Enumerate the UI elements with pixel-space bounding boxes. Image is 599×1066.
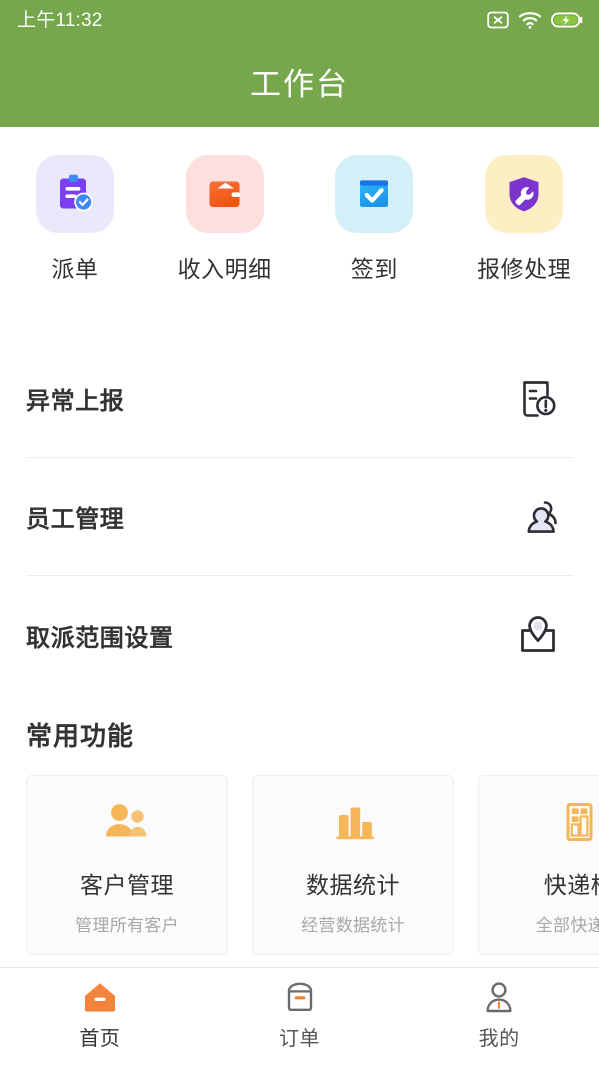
list-item-range-setting[interactable]: 取派范围设置	[26, 576, 573, 694]
no-sim-icon	[487, 10, 509, 30]
locker-cabinet-icon	[551, 794, 599, 850]
tab-label: 订单	[279, 1027, 320, 1050]
function-card-data-statistics[interactable]: 数据统计 经营数据统计	[252, 775, 454, 955]
quick-action-label: 收入明细	[177, 256, 272, 282]
tab-orders[interactable]: 订单	[200, 978, 400, 1057]
page-title-wrap: 工作台	[0, 46, 599, 116]
status-bar-time: 上午11:32	[17, 9, 103, 31]
bottom-tab-bar: 首页 订单 我的	[0, 967, 599, 1066]
customers-icon	[99, 794, 155, 850]
menu-list: 异常上报 员工管理 取派范围设置	[0, 340, 599, 694]
quick-actions-grid: 派单 收入明细 签到 报修处理	[0, 127, 599, 294]
quick-action-label: 派单	[51, 256, 99, 282]
list-item-employee-management[interactable]: 员工管理	[26, 458, 573, 576]
page-content: 派单 收入明细 签到 报修处理 异常上报 员工管理 取派范围设置 常用功能 客户…	[0, 127, 599, 967]
common-functions-section: 常用功能 客户管理 管理所有客户 数据统计 经营数据统计 快递 全部快递	[0, 716, 599, 959]
status-bar-icons	[487, 10, 583, 30]
function-card-express-locker[interactable]: 快递柜 全部快递柜	[478, 775, 599, 955]
status-bar: 上午11:32	[0, 0, 599, 40]
function-card-title: 数据统计	[306, 872, 400, 898]
section-title: 常用功能	[26, 721, 135, 751]
app-root: 上午11:32 工作台 派单 收入明细 签到 报修处理 异常上报 员工管理 取派…	[0, 0, 599, 1066]
function-card-title: 快递柜	[543, 872, 599, 898]
wallet-icon	[185, 155, 264, 233]
map-pin-area-icon	[511, 608, 565, 662]
profile-person-icon	[481, 978, 517, 1014]
function-card-subtitle: 全部快递柜	[535, 916, 599, 935]
function-card-subtitle: 管理所有客户	[75, 916, 179, 935]
tab-label: 首页	[79, 1027, 121, 1050]
common-functions-scroller[interactable]: 客户管理 管理所有客户 数据统计 经营数据统计 快递 全部快递	[26, 775, 599, 959]
order-box-icon	[282, 978, 318, 1014]
home-icon	[82, 978, 118, 1014]
quick-action-repair[interactable]: 报修处理	[449, 155, 599, 284]
quick-action-checkin[interactable]: 签到	[300, 155, 450, 284]
quick-action-dispatch[interactable]: 派单	[0, 155, 150, 284]
quick-action-label: 报修处理	[477, 256, 572, 282]
list-item-label: 异常上报	[26, 388, 125, 415]
function-card-customer-management[interactable]: 客户管理 管理所有客户	[26, 775, 228, 955]
users-icon	[511, 490, 565, 544]
function-card-title: 客户管理	[80, 872, 174, 898]
tab-home[interactable]: 首页	[0, 978, 200, 1057]
wifi-icon	[518, 10, 542, 30]
clipboard-check-icon	[35, 155, 114, 233]
bar-chart-icon	[325, 794, 381, 850]
battery-charging-icon	[551, 10, 583, 30]
function-card-subtitle: 经营数据统计	[301, 916, 405, 935]
calendar-check-icon	[335, 155, 414, 233]
list-item-label: 员工管理	[26, 506, 125, 533]
quick-action-label: 签到	[350, 256, 398, 282]
list-item-label: 取派范围设置	[26, 624, 174, 652]
document-alert-icon	[511, 372, 565, 426]
page-title: 工作台	[250, 66, 349, 102]
tab-label: 我的	[478, 1027, 520, 1050]
list-item-exception-report[interactable]: 异常上报	[26, 340, 573, 458]
app-header: 上午11:32 工作台	[0, 0, 599, 127]
shield-wrench-icon	[485, 155, 564, 233]
tab-profile[interactable]: 我的	[399, 978, 599, 1057]
quick-action-income-detail[interactable]: 收入明细	[150, 155, 300, 284]
